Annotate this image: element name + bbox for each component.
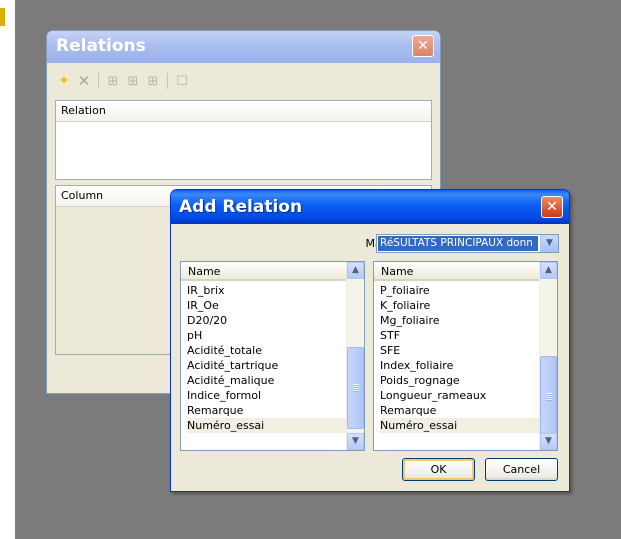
- list-item[interactable]: IR_Oe: [187, 298, 347, 313]
- list-item[interactable]: Acidité_tartrique: [187, 358, 347, 373]
- list-item-selected[interactable]: Numéro_essai: [187, 418, 347, 433]
- right-list-header[interactable]: Name: [374, 262, 541, 281]
- join-right-icon[interactable]: ⊞: [145, 73, 161, 89]
- list-item[interactable]: K_foliaire: [380, 298, 540, 313]
- relations-toolbar: ✦ ✕ ⊞ ⊞ ⊞ ☐: [56, 71, 190, 91]
- relations-close-button[interactable]: ✕: [412, 35, 434, 57]
- list-item[interactable]: Longueur_rameaux: [380, 388, 540, 403]
- add-relation-icon[interactable]: ✦: [56, 73, 72, 89]
- list-item[interactable]: Poids_rognage: [380, 373, 540, 388]
- scroll-thumb[interactable]: [540, 356, 557, 438]
- add-relation-close-button[interactable]: ✕: [541, 196, 563, 218]
- properties-icon[interactable]: ☐: [174, 73, 190, 89]
- list-item[interactable]: STF: [380, 328, 540, 343]
- list-item[interactable]: P_foliaire: [380, 283, 540, 298]
- grip-icon: [546, 393, 552, 401]
- left-list-scrollbar[interactable]: ▲ ▼: [346, 262, 364, 450]
- list-item[interactable]: Indice_formol: [187, 388, 347, 403]
- right-field-list[interactable]: Name P_foliaire K_foliaire Mg_foliaire S…: [373, 261, 558, 451]
- add-relation-titlebar[interactable]: Add Relation ✕: [171, 190, 569, 224]
- scroll-thumb[interactable]: [347, 347, 364, 429]
- ok-button[interactable]: OK: [402, 458, 475, 481]
- background-mark: [0, 8, 5, 26]
- list-item[interactable]: pH: [187, 328, 347, 343]
- delete-relation-icon[interactable]: ✕: [76, 72, 92, 90]
- right-list-items: P_foliaire K_foliaire Mg_foliaire STF SF…: [380, 283, 540, 433]
- chevron-down-icon[interactable]: ▼: [540, 235, 558, 252]
- list-item[interactable]: Mg_foliaire: [380, 313, 540, 328]
- list-item[interactable]: Remarque: [187, 403, 347, 418]
- toolbar-separator: [167, 73, 168, 89]
- relations-title: Relations: [56, 36, 146, 56]
- cancel-button[interactable]: Cancel: [485, 458, 558, 481]
- add-relation-title: Add Relation: [179, 197, 303, 217]
- scroll-up-icon[interactable]: ▲: [347, 262, 364, 279]
- match-key-value: RéSULTATS PRINCIPAUX donn: [378, 236, 538, 251]
- list-item[interactable]: Index_foliaire: [380, 358, 540, 373]
- join-icon[interactable]: ⊞: [105, 73, 121, 89]
- background-edge: [0, 0, 15, 539]
- left-list-header[interactable]: Name: [181, 262, 348, 281]
- right-list-scrollbar[interactable]: ▲ ▼: [539, 262, 557, 450]
- list-item[interactable]: Acidité_totale: [187, 343, 347, 358]
- list-item[interactable]: D20/20: [187, 313, 347, 328]
- left-field-list[interactable]: Name IR_brix IR_Oe D20/20 pH Acidité_tot…: [180, 261, 365, 451]
- list-item[interactable]: SFE: [380, 343, 540, 358]
- scroll-down-icon[interactable]: ▼: [540, 433, 557, 450]
- relation-column-header[interactable]: Relation: [56, 101, 431, 122]
- list-item-selected[interactable]: Numéro_essai: [380, 418, 540, 433]
- left-list-items: IR_brix IR_Oe D20/20 pH Acidité_totale A…: [187, 283, 347, 433]
- join-left-icon[interactable]: ⊞: [125, 73, 141, 89]
- relation-list[interactable]: Relation: [55, 100, 432, 180]
- scroll-up-icon[interactable]: ▲: [540, 262, 557, 279]
- add-relation-dialog: Add Relation ✕ Match key fields in: RéSU…: [170, 189, 570, 492]
- list-item[interactable]: IR_brix: [187, 283, 347, 298]
- list-item[interactable]: Acidité_malique: [187, 373, 347, 388]
- grip-icon: [353, 384, 359, 392]
- toolbar-separator: [98, 73, 99, 89]
- list-item[interactable]: Remarque: [380, 403, 540, 418]
- match-key-dropdown[interactable]: RéSULTATS PRINCIPAUX donn ▼: [376, 234, 559, 253]
- relations-titlebar[interactable]: Relations ✕: [47, 31, 440, 63]
- scroll-down-icon[interactable]: ▼: [347, 433, 364, 450]
